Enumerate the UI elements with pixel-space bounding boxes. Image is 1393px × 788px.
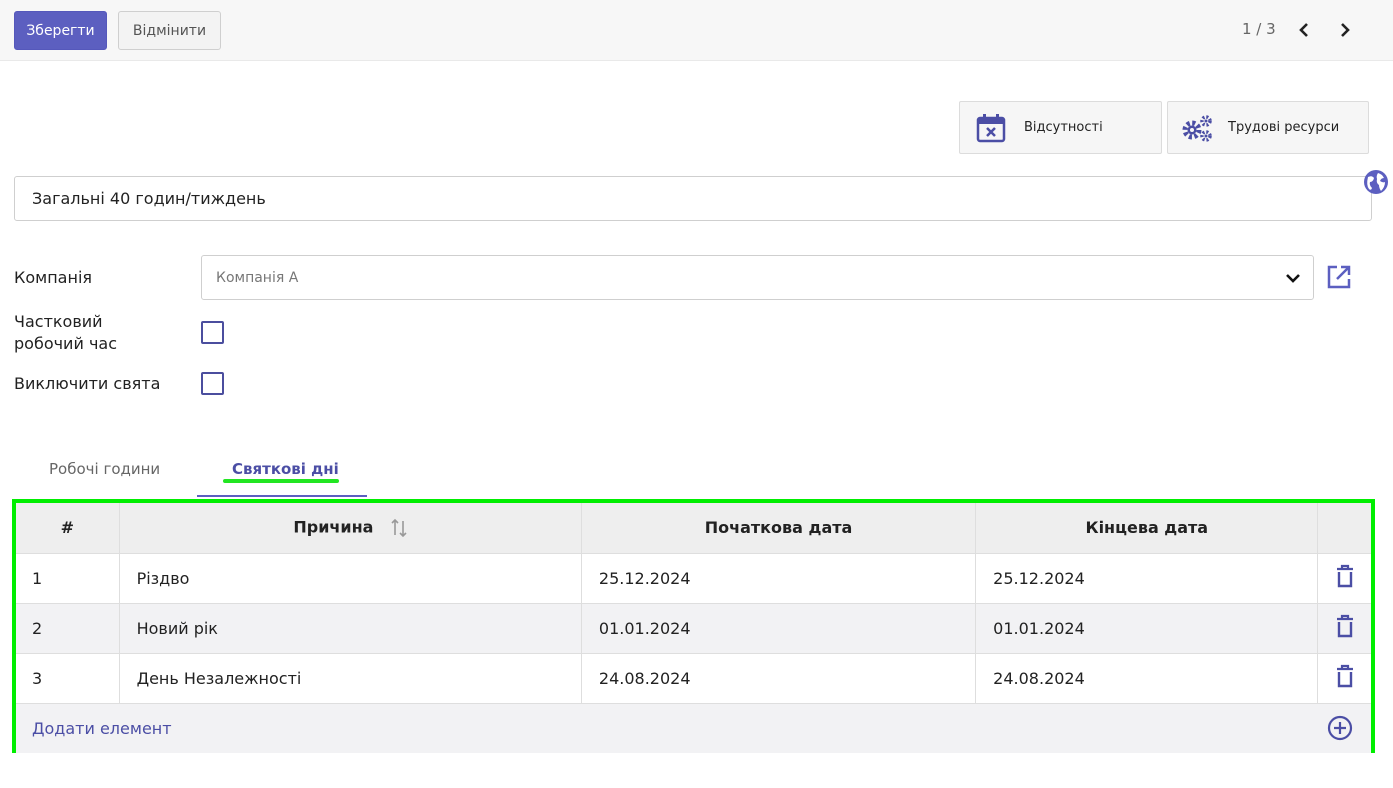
reason-header-label: Причина bbox=[293, 517, 374, 537]
row-reason[interactable]: Новий рік bbox=[119, 603, 582, 654]
pager-value: 1 / 3 bbox=[1242, 20, 1276, 38]
save-button[interactable]: Зберегти bbox=[14, 11, 107, 50]
row-end-date[interactable]: 24.08.2024 bbox=[975, 653, 1319, 704]
tab-highlight-mark bbox=[223, 479, 339, 483]
pager-previous-button[interactable] bbox=[1293, 18, 1315, 42]
tab-holidays[interactable]: Святкові дні bbox=[232, 460, 339, 478]
holidays-table-highlight: # Причина Початкова дата Кінцева дата 1 … bbox=[12, 499, 1375, 753]
discard-button[interactable]: Відмінити bbox=[118, 11, 221, 50]
row-number: 3 bbox=[16, 653, 120, 704]
company-select-value: Компанія А bbox=[216, 269, 299, 286]
chevron-right-icon bbox=[1341, 23, 1350, 37]
pager-next-button[interactable] bbox=[1334, 18, 1356, 42]
resources-smart-button[interactable]: Трудові ресурси bbox=[1167, 101, 1369, 154]
sort-icon[interactable] bbox=[391, 517, 407, 539]
absences-label: Відсутності bbox=[1024, 120, 1103, 135]
gears-icon bbox=[1180, 111, 1214, 145]
absences-smart-button[interactable]: Відсутності bbox=[959, 101, 1162, 154]
row-number: 1 bbox=[16, 553, 120, 604]
row-number: 2 bbox=[16, 603, 120, 654]
row-delete-cell bbox=[1317, 653, 1371, 704]
trash-icon[interactable] bbox=[1335, 614, 1355, 638]
globe-icon[interactable] bbox=[1363, 169, 1389, 195]
row-reason[interactable]: Різдво bbox=[119, 553, 582, 604]
calendar-x-icon bbox=[974, 111, 1008, 145]
row-start-date[interactable]: 25.12.2024 bbox=[581, 553, 977, 604]
resources-label: Трудові ресурси bbox=[1228, 120, 1340, 135]
company-label: Компанія bbox=[14, 268, 93, 287]
plus-circle-icon[interactable] bbox=[1327, 715, 1353, 741]
row-start-date[interactable]: 24.08.2024 bbox=[581, 653, 977, 704]
row-reason[interactable]: День Незалежності bbox=[119, 653, 582, 704]
calendar-name-input[interactable]: Загальні 40 годин/тиждень bbox=[14, 176, 1372, 221]
column-header-start-date[interactable]: Початкова дата bbox=[581, 503, 977, 554]
row-start-date[interactable]: 01.01.2024 bbox=[581, 603, 977, 654]
add-line-row: Додати елемент bbox=[16, 704, 1371, 753]
trash-icon[interactable] bbox=[1335, 664, 1355, 688]
row-end-date[interactable]: 25.12.2024 bbox=[975, 553, 1319, 604]
tab-working-hours[interactable]: Робочі години bbox=[49, 460, 160, 478]
chevron-down-icon bbox=[1286, 274, 1300, 283]
chevron-left-icon bbox=[1299, 23, 1308, 37]
part-time-checkbox[interactable] bbox=[201, 321, 224, 344]
trash-icon[interactable] bbox=[1335, 564, 1355, 588]
add-line-link[interactable]: Додати елемент bbox=[32, 719, 172, 738]
column-header-end-date[interactable]: Кінцева дата bbox=[975, 503, 1319, 554]
external-link-icon[interactable] bbox=[1325, 263, 1353, 291]
row-delete-cell bbox=[1317, 553, 1371, 604]
column-header-reason[interactable]: Причина bbox=[119, 503, 582, 554]
column-header-actions bbox=[1317, 503, 1371, 554]
exclude-holidays-label: Виключити свята bbox=[14, 374, 161, 393]
company-select[interactable]: Компанія А bbox=[201, 255, 1314, 300]
table-row[interactable]: 2 Новий рік 01.01.2024 01.01.2024 bbox=[16, 603, 1371, 654]
table-row[interactable]: 3 День Незалежності 24.08.2024 24.08.202… bbox=[16, 653, 1371, 704]
active-tab-underline bbox=[197, 495, 367, 497]
holidays-table: # Причина Початкова дата Кінцева дата 1 … bbox=[16, 503, 1371, 704]
notebook-tabs: Робочі години Святкові дні bbox=[14, 450, 1372, 498]
row-end-date[interactable]: 01.01.2024 bbox=[975, 603, 1319, 654]
control-panel: Зберегти Відмінити 1 / 3 bbox=[0, 0, 1393, 61]
column-header-number: # bbox=[16, 503, 120, 554]
table-row[interactable]: 1 Різдво 25.12.2024 25.12.2024 bbox=[16, 553, 1371, 604]
row-delete-cell bbox=[1317, 603, 1371, 654]
part-time-label: Частковий робочий час bbox=[14, 312, 117, 353]
exclude-holidays-checkbox[interactable] bbox=[201, 372, 224, 395]
